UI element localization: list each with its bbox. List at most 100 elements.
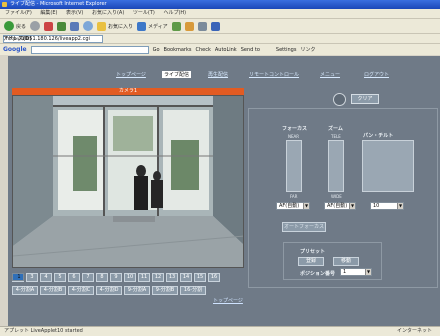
address-bar: アドレス(D) http://10.51.180.126/liveapp2.cg… [0,33,440,43]
back-arrow-icon [4,21,14,31]
google-logo: Google [3,46,27,53]
camera-button[interactable]: 5 [54,273,66,282]
bookmarks-button[interactable]: Bookmarks [164,47,192,53]
camera-button[interactable]: 12 [152,273,164,282]
autofocus-button[interactable]: オートフォーカス [282,222,326,232]
menu-tools[interactable]: ツール(T) [133,10,155,16]
browser-toolbar: 戻る お気に入り メディア [0,18,440,33]
home-button[interactable] [70,21,80,31]
nav-menu[interactable]: メニュー [320,71,340,78]
mail-button[interactable] [184,21,194,31]
pantilt-label: パン・チルト [363,133,394,139]
star-icon [97,21,107,31]
camera-button[interactable]: 16 [208,273,220,282]
menu-favorites[interactable]: お気に入り(A) [92,10,124,16]
sendto-button[interactable]: Send to [241,47,260,53]
settings-button[interactable]: Settings [276,47,297,53]
chevron-down-icon: ▼ [303,203,309,209]
google-search-input[interactable] [30,45,149,54]
forward-button[interactable] [30,21,41,31]
autolink-button[interactable]: AutoLink [215,47,237,53]
window-title: ライブ配信 - Microsoft Internet Explorer [10,1,107,7]
refresh-button[interactable] [57,21,67,31]
camera-button[interactable]: 9 [110,273,122,282]
focus-slider[interactable] [286,140,302,192]
google-go-button[interactable]: Go [153,47,160,53]
address-label: アドレス(D) [3,36,32,42]
status-bar: アプレット LiveApplet10 started インターネット [0,326,440,336]
camera-button[interactable]: 6 [68,273,80,282]
split-button[interactable]: 4-分割C [68,286,94,295]
menu-file[interactable]: ファイル(F) [5,10,32,16]
pantilt-speed-select[interactable]: 10 ▼ [370,202,404,210]
chevron-down-icon: ▼ [349,203,355,209]
zoom-tele-label: TELE [331,134,341,139]
back-button[interactable]: 戻る [4,21,26,31]
camera-button[interactable]: 8 [96,273,108,282]
camera-button[interactable]: 13 [166,273,178,282]
title-bar: ライブ配信 - Microsoft Internet Explorer [0,0,440,9]
media-button[interactable]: メディア [137,21,168,31]
check-button[interactable]: Check [195,47,210,53]
media-icon [137,21,147,31]
camera-button[interactable]: 3 [26,273,38,282]
split-button[interactable]: 16-分割 [180,286,206,295]
favorites-button[interactable]: お気に入り [97,21,133,31]
preset-register-button[interactable]: 登録 [298,257,324,266]
focus-near-label: NEAR [288,134,300,139]
camera-number-row: 1 2 3 4 5 6 7 8 9 10 11 12 13 14 15 16 [12,273,220,282]
status-indicator [333,93,346,106]
menu-bar: ファイル(F) 編集(E) 表示(V) お気に入り(A) ツール(T) ヘルプ(… [0,9,440,18]
camera-button[interactable]: 11 [138,273,150,282]
stop-button[interactable] [44,21,54,31]
menu-view[interactable]: 表示(V) [66,10,83,16]
camera-button[interactable]: 14 [180,273,192,282]
split-screen-row: 4-分割A 4-分割B 4-分割C 4-分割D 9-分割A 9-分割B 16-分… [12,286,206,295]
top-page-link[interactable]: トップページ [213,297,243,304]
zoom-wide-label: WIDE [331,194,342,199]
split-button[interactable]: 4-分割A [12,286,38,295]
split-button[interactable]: 9-分割B [152,286,178,295]
nav-logout[interactable]: ログアウト [364,71,389,78]
print-button[interactable] [197,21,207,31]
focus-mode-select[interactable]: AF(自動) ▼ [276,202,310,210]
camera-button[interactable]: 4 [40,273,52,282]
position-number-select[interactable]: 1 ▼ [340,268,372,276]
search-button[interactable] [83,21,94,31]
focus-label: フォーカス [282,126,308,132]
preset-move-button[interactable]: 移動 [333,257,359,266]
links-label[interactable]: リンク [300,46,315,53]
chevron-down-icon: ▼ [397,203,403,209]
zoom-label: ズーム [328,126,343,132]
search-icon [83,21,94,31]
camera-button[interactable]: 10 [124,273,136,282]
chevron-down-icon: ▼ [365,269,371,275]
nav-live[interactable]: ライブ配信 [162,71,192,78]
camera-button[interactable]: 7 [82,273,94,282]
zoom-mode-select[interactable]: AF(自動) ▼ [324,202,356,210]
ie-icon [2,2,7,7]
browser-window: ライブ配信 - Microsoft Internet Explorer ファイル… [0,0,440,336]
zoom-slider[interactable] [328,140,344,192]
camera-button[interactable]: 1 [12,273,24,281]
camera-view[interactable] [12,95,244,268]
clear-button[interactable]: クリア [351,94,379,104]
split-button[interactable]: 4-分割D [96,286,122,295]
camera-header: カメラ1 [12,88,244,95]
history-button[interactable] [171,21,181,31]
menu-help[interactable]: ヘルプ(H) [163,10,186,16]
pantilt-pad[interactable] [362,140,414,192]
nav-top[interactable]: トップページ [116,71,146,78]
menu-edit[interactable]: 編集(E) [40,10,57,16]
position-number-label: ポジション番号 [300,271,336,277]
google-toolbar: Google Go Bookmarks Check AutoLink Send … [0,43,440,55]
camera-button[interactable]: 15 [194,273,206,282]
split-button[interactable]: 4-分割B [40,286,66,295]
nav-remote-control[interactable]: リモートコントロール [249,71,299,78]
preset-label: プリセット [300,249,326,255]
edit-button[interactable] [210,21,220,31]
zone-text: インターネット [396,328,432,334]
status-text: アプレット LiveApplet10 started [4,328,83,334]
nav-playback[interactable]: 再生配信 [208,71,228,78]
split-button[interactable]: 9-分割A [124,286,150,295]
